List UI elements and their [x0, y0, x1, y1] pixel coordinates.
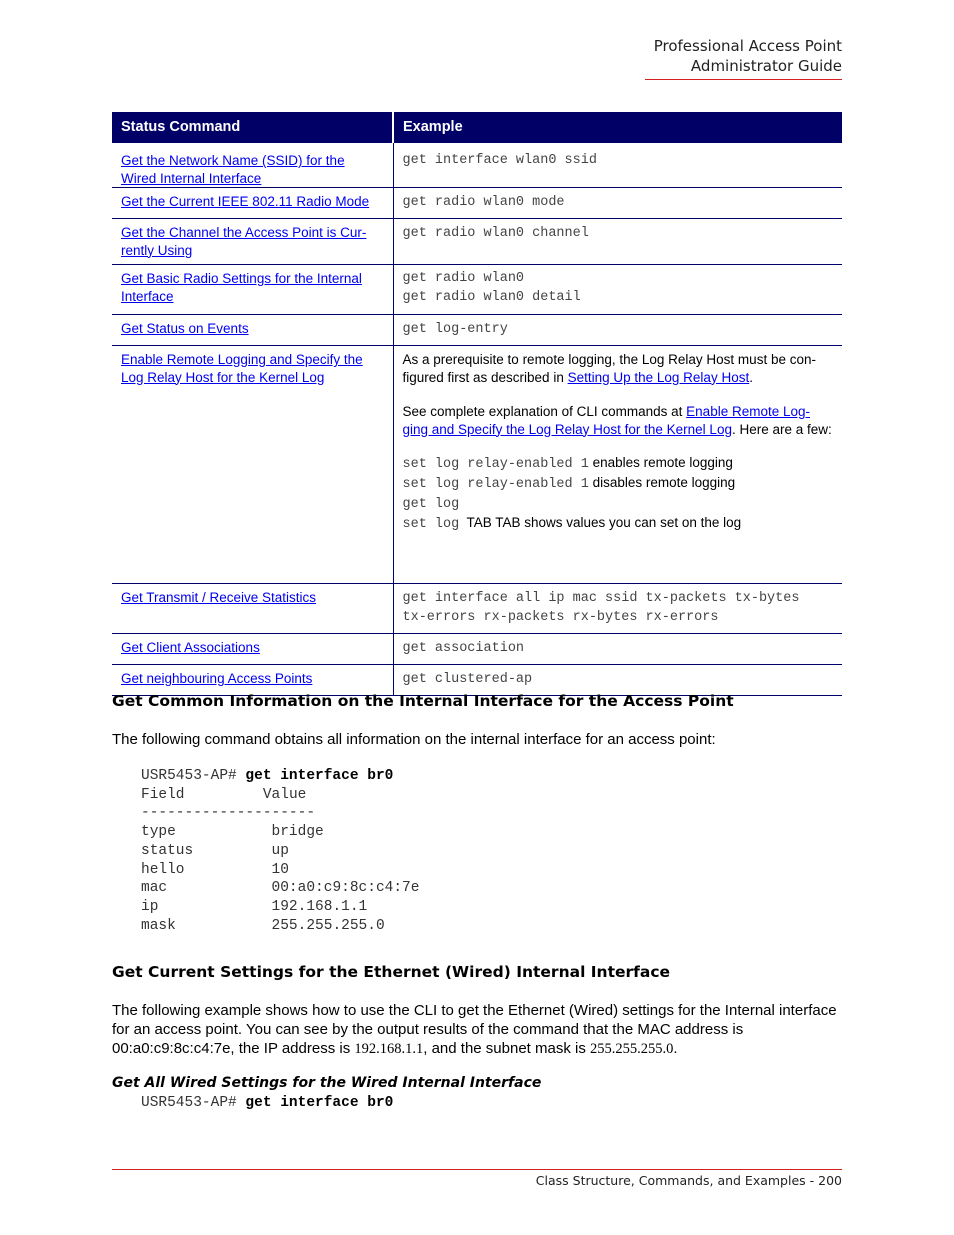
table-row: Get Basic Radio Settings for the Interna…	[112, 264, 842, 315]
command-link[interactable]: Get the Network Name (SSID) for the Wire…	[121, 153, 345, 186]
example-code: get radio wlan0	[402, 271, 525, 286]
example-code: get radio wlan0 channel	[402, 226, 589, 241]
table-row: Get neighbouring Access Points get clust…	[112, 664, 842, 696]
command-link[interactable]: Enable Remote Logging and Specify the Lo…	[121, 352, 363, 385]
output-row-status: status up	[141, 842, 289, 859]
command-link[interactable]: Get Status on Events	[121, 321, 249, 336]
command-link[interactable]: Get the Current IEEE 802.11 Radio Mode	[121, 194, 369, 209]
log-command: get log	[402, 497, 460, 512]
footer-rule	[112, 1169, 842, 1170]
table-header-row: Status Command Example	[112, 112, 842, 143]
log-relay-host-link[interactable]: Setting Up the Log Relay Host	[568, 370, 750, 385]
table-row: Enable Remote Logging and Specify the Lo…	[112, 345, 842, 584]
column-header-example: Example	[393, 112, 842, 143]
command-link[interactable]: Get neighbouring Access Points	[121, 671, 312, 686]
example-code: get clustered-ap	[402, 672, 533, 687]
output-col-value: Value	[262, 786, 307, 803]
table-row: Get Transmit / Receive Statistics get in…	[112, 583, 842, 634]
output-separator: --------------------	[141, 805, 316, 822]
command-link[interactable]: Get Client Associations	[121, 640, 260, 655]
section-heading-common-info: Get Common Information on the Internal I…	[112, 692, 734, 710]
cli-prompt: USR5453-AP#	[141, 1095, 246, 1111]
remote-logging-prereq: As a prerequisite to remote logging, the…	[402, 352, 816, 385]
output-col-field: Field	[141, 786, 185, 803]
cli-command-block: USR5453-AP# get interface br0	[141, 1094, 393, 1113]
output-row-ip: ip 192.168.1.1	[141, 898, 368, 915]
output-row-type: type bridge	[141, 824, 324, 841]
cli-prompt: USR5453-AP#	[141, 768, 246, 784]
subheading-wired-settings: Get All Wired Settings for the Wired Int…	[112, 1075, 542, 1091]
example-code: get radio wlan0 detail	[402, 290, 581, 305]
command-link[interactable]: Get Basic Radio Settings for the Interna…	[121, 271, 362, 304]
table-row: Get the Channel the Access Point is Cur-…	[112, 218, 842, 265]
example-code: tx-errors rx-packets rx-bytes rx-errors	[402, 610, 719, 625]
log-command: set log relay-enabled 1 disables remote …	[402, 475, 736, 492]
log-command: set log relay-enabled 1 enables remote l…	[402, 455, 733, 472]
table-row: Get the Network Name (SSID) for the Wire…	[112, 143, 842, 188]
header-guide: Administrator Guide	[690, 57, 842, 75]
running-header: Professional Access Point Administrator …	[654, 36, 842, 76]
log-command: set log TAB TAB shows values you can set…	[402, 515, 742, 532]
example-code: get association	[402, 641, 525, 656]
example-code: get interface wlan0 ssid	[402, 153, 597, 168]
column-header-status-command: Status Command	[112, 112, 394, 143]
cli-output-block: USR5453-AP# get interface br0 Field Valu…	[141, 767, 419, 935]
example-code: get log-entry	[402, 322, 508, 337]
table-row: Get the Current IEEE 802.11 Radio Mode g…	[112, 187, 842, 219]
table-row: Get Client Associations get association	[112, 633, 842, 665]
header-rule	[645, 79, 842, 80]
section-body: The following example shows how to use t…	[112, 1002, 837, 1057]
example-code: get interface all ip mac ssid tx-packets…	[402, 591, 800, 606]
table-row: Get Status on Events get log-entry	[112, 314, 842, 346]
page-footer: Class Structure, Commands, and Examples …	[535, 1173, 842, 1188]
section-intro: The following command obtains all inform…	[112, 731, 716, 748]
command-link[interactable]: Get Transmit / Receive Statistics	[121, 590, 316, 605]
header-product: Professional Access Point	[653, 37, 842, 55]
command-link[interactable]: Get the Channel the Access Point is Cur-…	[121, 225, 366, 258]
section-heading-ethernet-settings: Get Current Settings for the Ethernet (W…	[112, 963, 671, 981]
status-command-table: Status Command Example Get the Network N…	[112, 112, 842, 696]
example-code: get radio wlan0 mode	[402, 195, 565, 210]
cli-command: get interface br0	[245, 768, 394, 784]
remote-logging-explanation: See complete explanation of CLI commands…	[402, 404, 832, 437]
output-row-mask: mask 255.255.255.0	[141, 917, 385, 934]
output-row-mac: mac 00:a0:c9:8c:c4:7e	[141, 880, 420, 897]
cli-command: get interface br0	[245, 1095, 394, 1111]
output-row-hello: hello 10	[141, 861, 289, 878]
